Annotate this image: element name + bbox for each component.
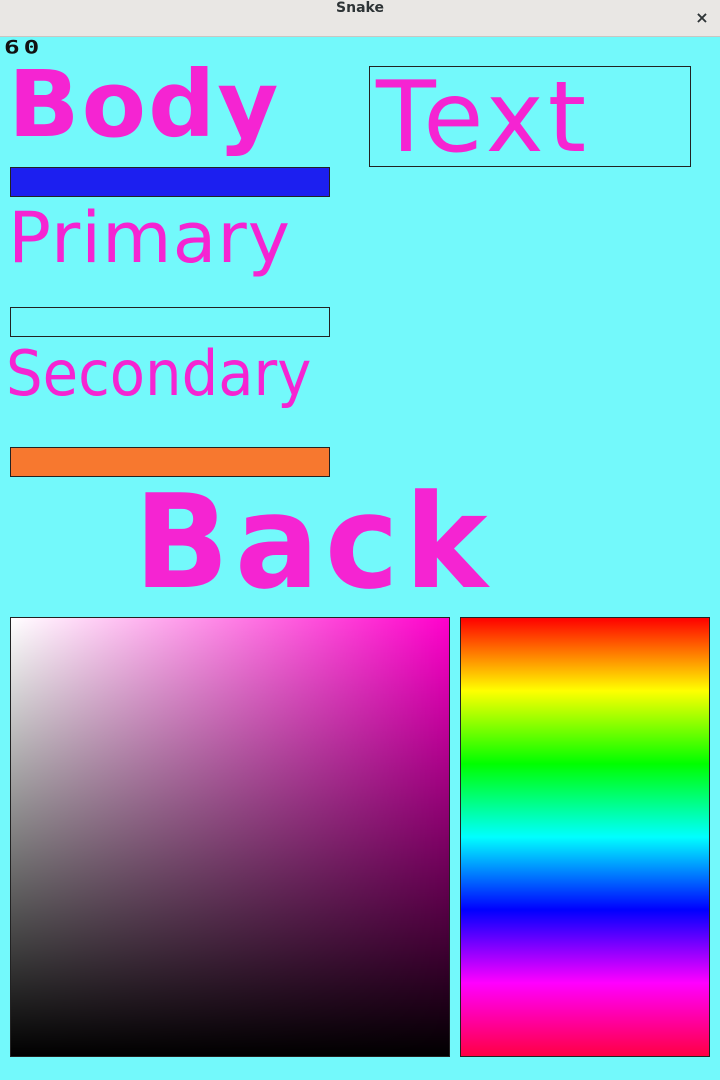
window-title: Snake [336,0,384,16]
primary-color-label[interactable]: Primary [8,203,291,273]
text-color-button[interactable]: Text [369,66,691,167]
text-color-label: Text [376,66,591,167]
primary-color-swatch[interactable] [10,307,330,337]
title-bar: Snake × [0,0,720,37]
body-color-label[interactable]: Body [8,59,280,151]
back-button[interactable]: Back [134,477,493,607]
close-icon[interactable]: × [692,8,712,28]
color-settings-screen: 60 Body Text Primary Secondary Back [0,37,720,1080]
body-color-swatch[interactable] [10,167,330,197]
hue-slider[interactable] [460,617,710,1057]
secondary-color-label[interactable]: Secondary [6,343,311,405]
saturation-value-picker[interactable] [10,617,450,1057]
